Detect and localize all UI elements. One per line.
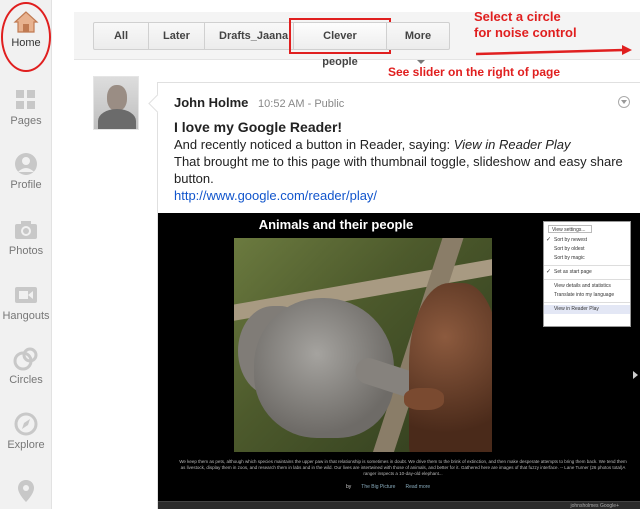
left-navigation: Home Pages Profile Photos Hangouts Circl… bbox=[0, 0, 52, 509]
menu-divider bbox=[544, 265, 630, 266]
nav-profile-label: Profile bbox=[10, 179, 42, 191]
author-avatar[interactable] bbox=[93, 76, 139, 130]
caption-links: by The Big Picture Read more bbox=[346, 484, 440, 490]
post-link[interactable]: http://www.google.com/reader/play/ bbox=[174, 188, 377, 203]
post-line-1-italic: View in Reader Play bbox=[453, 137, 571, 152]
menu-item-reader-play[interactable]: View in Reader Play bbox=[544, 305, 630, 314]
annotation-select-circle: Select a circle bbox=[474, 9, 561, 24]
post-title: I love my Google Reader! bbox=[174, 119, 343, 135]
media-title: Animals and their people bbox=[258, 217, 414, 232]
nav-pages-label: Pages bbox=[10, 115, 42, 127]
post-header: John Holme 10:52 AM - Public bbox=[174, 95, 344, 110]
nav-profile[interactable]: Profile bbox=[0, 152, 52, 191]
tab-later[interactable]: Later bbox=[148, 22, 205, 50]
media-toolbar: johnsholmes Google+ bbox=[158, 501, 640, 509]
menu-item-sort-magic[interactable]: Sort by magic bbox=[544, 254, 630, 263]
post-body: I love my Google Reader! And recently no… bbox=[174, 119, 624, 204]
post-line-1: And recently noticed a button in Reader,… bbox=[174, 136, 624, 153]
nav-explore[interactable]: Explore bbox=[0, 412, 52, 451]
post-meta-separator: - bbox=[307, 98, 312, 110]
menu-item-details[interactable]: View details and statistics bbox=[544, 282, 630, 291]
post-line-1-text: And recently noticed a button in Reader,… bbox=[174, 137, 454, 152]
nav-explore-label: Explore bbox=[7, 439, 45, 451]
chevron-down-icon bbox=[416, 60, 425, 65]
post-menu-dropdown-icon[interactable] bbox=[618, 96, 630, 108]
elephant-photo[interactable] bbox=[234, 238, 492, 452]
nav-local[interactable] bbox=[0, 478, 52, 505]
menu-item-sort-oldest[interactable]: Sort by oldest bbox=[544, 245, 630, 254]
media-toolbar-text: johnsholmes Google+ bbox=[570, 503, 619, 509]
menu-divider bbox=[544, 279, 630, 280]
menu-divider bbox=[544, 302, 630, 303]
embedded-reader-play[interactable]: Animals and their people View settings..… bbox=[158, 213, 640, 509]
nav-home-label: Home bbox=[11, 37, 41, 49]
next-arrow-icon[interactable] bbox=[633, 371, 638, 379]
media-caption: We keep them as pets, although which spe… bbox=[179, 459, 627, 476]
menu-item-sort-newest[interactable]: Sort by newest bbox=[544, 236, 630, 245]
menu-item-translate[interactable]: Translate into my language bbox=[544, 291, 630, 300]
annotation-slider-note: See slider on the right of page bbox=[388, 65, 561, 79]
post-line-2: That brought me to this page with thumbn… bbox=[174, 154, 623, 186]
menu-item-start-page[interactable]: Set as start page bbox=[544, 268, 630, 277]
nav-circles-label: Circles bbox=[9, 374, 43, 386]
profile-icon bbox=[13, 152, 39, 176]
video-camera-icon bbox=[13, 283, 39, 307]
nav-circles[interactable]: Circles bbox=[0, 347, 52, 386]
nav-pages[interactable]: Pages bbox=[0, 88, 52, 127]
post-author[interactable]: John Holme bbox=[174, 95, 248, 110]
compass-icon bbox=[13, 412, 39, 436]
nav-photos[interactable]: Photos bbox=[0, 218, 52, 257]
annotation-arrow-icon bbox=[475, 45, 632, 56]
pages-icon bbox=[13, 88, 39, 112]
tab-more[interactable]: More bbox=[386, 22, 450, 65]
annotation-noise-control: for noise control bbox=[474, 25, 577, 40]
post-time[interactable]: 10:52 AM bbox=[258, 98, 304, 110]
tab-clever-people[interactable]: Clever people bbox=[289, 18, 391, 68]
tab-more-label: More bbox=[404, 30, 432, 42]
camera-icon bbox=[13, 218, 39, 242]
nav-hangouts-label: Hangouts bbox=[2, 310, 50, 322]
view-settings-dropdown[interactable]: View settings... Sort by newest Sort by … bbox=[543, 221, 631, 327]
tab-drafts-jaana[interactable]: Drafts_Jaana bbox=[204, 22, 294, 50]
post-card: John Holme 10:52 AM - Public I love my G… bbox=[157, 82, 640, 509]
location-pin-icon bbox=[13, 478, 39, 502]
circle-tabs: All Later Drafts_Jaana Clever people Mor… bbox=[93, 18, 450, 68]
home-icon bbox=[13, 10, 39, 34]
circles-icon bbox=[13, 347, 39, 371]
nav-hangouts[interactable]: Hangouts bbox=[0, 283, 52, 322]
source-link[interactable]: The Big Picture bbox=[361, 484, 395, 490]
source-prefix: by bbox=[346, 484, 352, 490]
read-more-link[interactable]: Read more bbox=[405, 484, 430, 490]
post-visibility[interactable]: Public bbox=[314, 98, 344, 110]
nav-photos-label: Photos bbox=[8, 245, 44, 257]
view-settings-button[interactable]: View settings... bbox=[548, 225, 592, 233]
nav-home[interactable]: Home bbox=[0, 10, 52, 49]
tab-all[interactable]: All bbox=[93, 22, 149, 50]
